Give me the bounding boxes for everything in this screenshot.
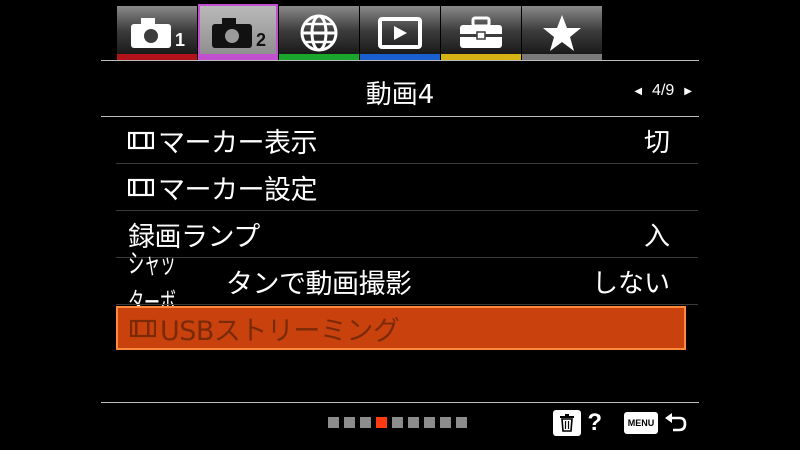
menu-item-value: 入 [643, 221, 670, 252]
tab-network[interactable] [279, 6, 359, 60]
menu-item-label: タンで動画撮影 [226, 268, 412, 300]
left-arrow-icon[interactable]: ◀ [634, 86, 642, 97]
menu-item-label: マーカー表示 [158, 127, 318, 159]
menu-item-usb-streaming[interactable]: USBストリーミング [116, 306, 686, 350]
page-dot [440, 417, 451, 428]
tab-setup[interactable] [441, 6, 521, 60]
header-divider [101, 116, 699, 117]
menu-button[interactable]: MENU [624, 412, 658, 434]
tab-playback[interactable] [360, 6, 440, 60]
menu-item-shutter-movie[interactable]: シャッターボ タンで動画撮影 しない [116, 249, 686, 319]
row-divider [116, 210, 698, 211]
page-dot [344, 417, 355, 428]
back-arrow-icon[interactable] [664, 411, 688, 435]
page-dot [328, 417, 339, 428]
help-icon[interactable]: ? [587, 409, 602, 437]
trash-icon[interactable] [553, 410, 582, 436]
movie-icon [128, 131, 154, 150]
row-divider [116, 304, 698, 305]
camera-icon [211, 18, 252, 48]
menu-item-value: 切 [643, 127, 670, 158]
menu-tabs: 1 2 [117, 4, 602, 60]
page-dot [408, 417, 419, 428]
globe-icon [300, 14, 338, 52]
tab-number: 1 [174, 29, 185, 50]
page-number: 4/9 [652, 82, 675, 99]
tab-shooting-1[interactable]: 1 [117, 6, 197, 60]
page-dot-active [376, 417, 387, 428]
toolbox-icon [460, 16, 502, 48]
tab-my-menu[interactable] [522, 6, 602, 60]
star-icon [543, 15, 581, 51]
menu-item-value: しない [591, 268, 670, 299]
menu-item-marker-settings[interactable]: マーカー設定 [116, 165, 686, 209]
page-dots [328, 417, 467, 428]
movie-icon [128, 178, 154, 197]
right-arrow-icon[interactable]: ▶ [684, 86, 692, 97]
playback-icon [378, 17, 422, 49]
page-dot [456, 417, 467, 428]
menu-item-marker-display[interactable]: マーカー表示 切 [116, 118, 686, 162]
page-indicator: ◀ 4/9 ▶ [634, 82, 692, 100]
movie-icon [130, 319, 156, 338]
page-dot [424, 417, 435, 428]
page-dot [360, 417, 371, 428]
menu-item-label: USBストリーミング [160, 315, 400, 347]
tab-shooting-2[interactable]: 2 [198, 4, 278, 60]
footer-divider [101, 402, 699, 403]
tab-number: 2 [255, 29, 266, 50]
menu-item-label: マーカー設定 [158, 174, 318, 206]
camera-icon [130, 18, 171, 48]
footer-controls: ? MENU [553, 409, 688, 437]
page-dot [392, 417, 403, 428]
tabs-divider [101, 60, 699, 61]
row-divider [116, 163, 698, 164]
